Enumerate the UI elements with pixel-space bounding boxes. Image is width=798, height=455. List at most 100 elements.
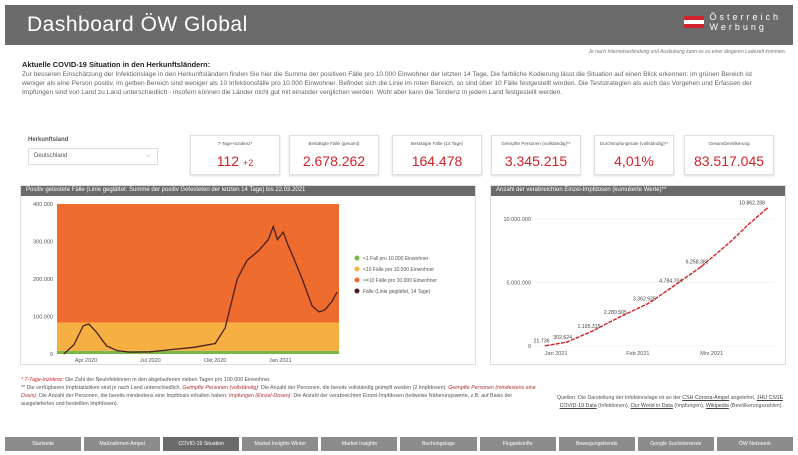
- x-tick-label: Okt 2020: [204, 358, 226, 364]
- cases-point: [171, 349, 173, 350]
- nav-tab-market-insights[interactable]: Market Insights: [321, 437, 398, 451]
- x-tick-label: Mrz 2021: [700, 351, 723, 357]
- nav-tab-google-suchinteresse[interactable]: Google Suchinteresse: [637, 437, 714, 451]
- chevron-down-icon: ⌵: [145, 152, 151, 159]
- legend-marker: [354, 277, 360, 283]
- cases-point: [95, 331, 97, 332]
- y-tick-label: 400.000: [33, 202, 53, 208]
- cases-point: [311, 305, 313, 307]
- legend-marker: [354, 288, 360, 294]
- nav-tab-buchungslage[interactable]: Buchungslage: [400, 437, 477, 451]
- legend-label: Fälle (Linie geglättet, 14 Tage): [363, 289, 431, 295]
- kpi-incidence-label: 7-Tage-Inzidenz*: [217, 141, 253, 146]
- kpi-vaccinated: Geimpfte Personen (vollständig)** 3.345.…: [491, 135, 581, 175]
- cases-point: [318, 311, 320, 313]
- footnote-2-text-2: Die Anzahl der Personen, die bereits min…: [37, 393, 229, 399]
- nav-tab-market-insights-winter[interactable]: Market Insights Winter: [242, 437, 319, 451]
- country-dropdown[interactable]: Deutschland ⌵: [28, 148, 158, 165]
- nav-tab-startseite[interactable]: Startseite: [5, 437, 82, 451]
- kpi-vaccinated-label: Geimpfte Personen (vollständig)**: [501, 141, 571, 146]
- cases-point: [149, 351, 151, 353]
- brand-logo: Österreich Werbung: [684, 12, 781, 32]
- y-tick-label: 0: [50, 352, 53, 358]
- page-title: Dashboard ÖW Global: [27, 13, 248, 36]
- footnotes: * 7-Tage-Inzidenz: Die Zahl der Neuinfek…: [21, 376, 536, 408]
- cases-point: [282, 231, 284, 233]
- nav-tab-massnahmen-ampel[interactable]: Maßnahmen-Ampel: [84, 437, 161, 451]
- legend-label: >=10 Fälle pro 10.000 Einwohner: [363, 278, 437, 284]
- cases-point: [88, 323, 90, 325]
- nav-tab-covid-situation[interactable]: COVID-19 Situation: [163, 437, 240, 451]
- footnote-2-text-1: Die Anzahl der Personen, die bereits vol…: [259, 385, 449, 391]
- nav-tab-bewegungstrends[interactable]: Bewegungstrends: [558, 437, 635, 451]
- y-tick-label: 300.000: [33, 240, 53, 246]
- source-link-wikipedia[interactable]: Wikipedia: [706, 403, 729, 409]
- source-link-owid[interactable]: Our World in Data: [631, 403, 673, 409]
- data-label: 4.784.704: [659, 278, 682, 284]
- country-label: Herkunftsland: [28, 137, 69, 143]
- x-tick-label: Feb 2021: [626, 351, 649, 357]
- kpi-confirmed-14-value: 164.478: [411, 153, 463, 169]
- data-label: 2.280.505: [604, 310, 627, 316]
- cases-chart-panel: Positiv getestete Fälle (Linie geglättet…: [20, 185, 476, 365]
- vaccine-point: [544, 344, 547, 347]
- cases-point: [214, 343, 216, 344]
- sources: Quellen: Die Darstellung der Infektionsl…: [555, 394, 783, 410]
- footnote-2-term-3: Impfungen (Einzel-Dosen):: [228, 393, 292, 399]
- cases-point: [267, 239, 269, 241]
- source-link-ampel[interactable]: CSH Corona-Ampel: [682, 395, 729, 401]
- vaccine-point: [647, 302, 650, 305]
- footnote-2-intro: ** Die verfügbaren Impfstatistiken sind …: [21, 385, 183, 391]
- y-tick-label: 200.000: [33, 277, 53, 283]
- nav-tab-flugankuenfte[interactable]: Flugankünfte: [479, 437, 556, 451]
- x-tick-label: Jan 2021: [545, 351, 568, 357]
- vaccine-point: [747, 223, 750, 226]
- cases-point: [272, 226, 274, 227]
- cases-point: [287, 244, 289, 246]
- band-2: [57, 204, 339, 323]
- kpi-confirmed-value: 2.678.262: [302, 153, 366, 169]
- sources-suffix: (Bevölkerungszahlen).: [728, 403, 783, 409]
- kpi-population-value: 83.517.045: [693, 153, 765, 169]
- vaccine-point: [729, 241, 731, 243]
- kpi-vaccinated-value: 3.345.215: [504, 153, 568, 169]
- vaccine-chart-panel: Anzahl der verabreichten Einzel-Impfdose…: [490, 185, 786, 365]
- footnote-1-text: Die Zahl der Neuinfektionen in den abgel…: [63, 377, 271, 383]
- cases-point: [277, 239, 278, 241]
- cases-point: [63, 353, 65, 355]
- y-tick-label: 10.000.000: [503, 217, 531, 223]
- vaccine-point: [592, 330, 594, 332]
- vaccine-chart-title: Anzahl der verabreichten Einzel-Impfdose…: [491, 186, 785, 196]
- data-label: 10.862.288: [739, 200, 765, 206]
- cases-point: [324, 309, 326, 311]
- header-bar: Dashboard ÖW Global Österreich Werbung: [5, 5, 793, 45]
- vaccine-point: [700, 265, 702, 268]
- y-tick-label: 5.000.000: [507, 281, 531, 287]
- country-filter: Herkunftsland Deutschland ⌵: [28, 137, 158, 165]
- kpi-rate-value: 4,01%: [614, 153, 654, 169]
- kpi-confirmed-label: Bestätigte Fälle (gesamt): [308, 141, 360, 146]
- kpi-incidence-number: 112: [216, 153, 240, 169]
- x-tick-label: Jan 2021: [269, 358, 292, 364]
- cases-point: [224, 327, 226, 329]
- data-label: 21.736: [534, 339, 550, 345]
- vaccine-point: [565, 341, 568, 343]
- kpi-confirmed-14-label: Bestätigte Fälle (14 Tage): [410, 141, 464, 146]
- cases-point: [258, 250, 259, 252]
- cases-point: [116, 350, 118, 352]
- load-note: Je nach Internetverbindung und Auslastun…: [588, 49, 786, 55]
- cases-point: [106, 345, 107, 347]
- cases-point: [73, 344, 75, 346]
- nav-tab-oew-netzwerk[interactable]: ÖW Netzwerk: [716, 437, 793, 451]
- cases-point: [128, 351, 130, 353]
- footnote-1-term: * 7-Tage-Inzidenz:: [21, 377, 64, 383]
- vaccine-point: [673, 284, 676, 287]
- x-tick-label: Apr 2020: [75, 358, 97, 364]
- kpi-incidence: 7-Tage-Inzidenz* 112 +2: [190, 135, 280, 175]
- footnote-2-term-1: Geimpfte Personen (vollständig):: [182, 385, 260, 391]
- cases-chart-title: Positiv getestete Fälle (Linie geglättet…: [21, 186, 475, 196]
- vaccine-point: [618, 316, 621, 318]
- cases-point: [336, 291, 338, 293]
- sources-prefix: Quellen: Die Darstellung der Infektionsl…: [556, 395, 683, 401]
- legend-label: <10 Fälle pro 10.000 Einwohner: [363, 267, 434, 273]
